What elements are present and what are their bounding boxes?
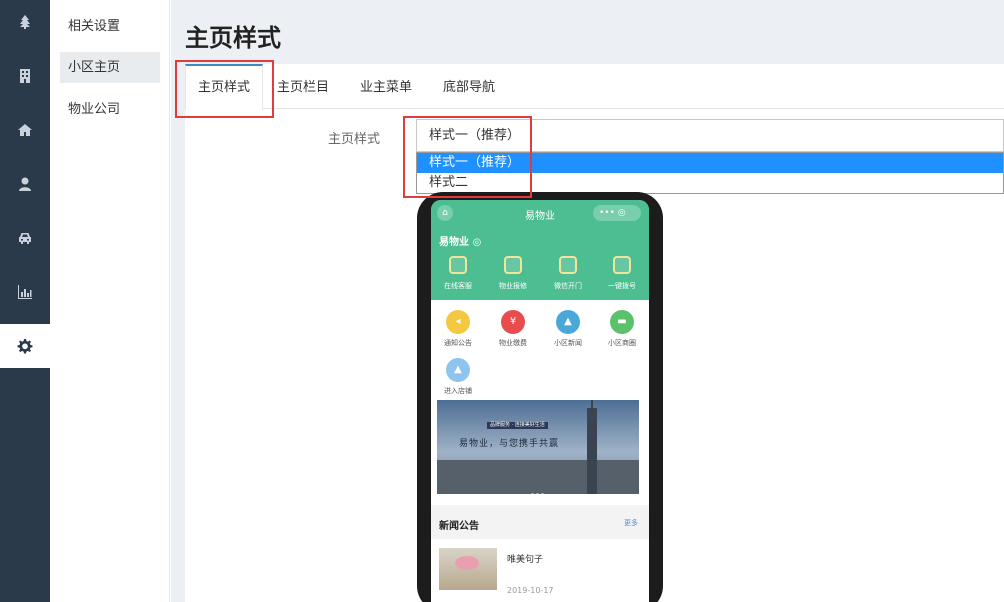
phone-screen: ⌂ 易物业 ••• ◎ 易物业 ◎ 在线客服 物业报修 微信开门 一键拨号 ◂ …: [431, 200, 649, 602]
service-label: 一键拨号: [608, 282, 636, 290]
service-call: 一键拨号: [595, 256, 649, 291]
submenu-item-community-home[interactable]: 小区主页: [60, 52, 160, 83]
app-brand: 易物业 ◎: [439, 237, 482, 248]
promo-banner: 品牌服务 · 连接美好生活 易物业，与您携手共赢: [437, 400, 639, 494]
banner-tag: 品牌服务 · 连接美好生活: [487, 422, 548, 429]
tab-home-style[interactable]: 主页样式: [185, 64, 263, 110]
home-style-select[interactable]: 样式一（推荐）: [416, 119, 1004, 152]
function-payment: ¥ 物业缴费: [486, 310, 540, 348]
function-label: 小区商圈: [608, 339, 636, 347]
bar-chart-icon: [18, 285, 32, 299]
car-icon: [19, 233, 31, 244]
function-mall: ▬ 小区商圈: [595, 310, 649, 348]
icon-rail: [0, 0, 50, 602]
function-label: 通知公告: [444, 339, 472, 347]
tab-bottom-nav[interactable]: 底部导航: [434, 64, 504, 109]
service-label: 微信开门: [554, 282, 582, 290]
banner-spire: [591, 400, 593, 412]
function-store: ▲ 进入店铺: [431, 358, 485, 396]
building-icon: [20, 69, 30, 83]
option-style-one[interactable]: 样式一（推荐）: [417, 153, 1003, 173]
app-capsule-menu-icon: ••• ◎: [593, 205, 641, 221]
settings-panel: 主页样式 主页栏目 业主菜单 底部导航 主页样式 样式一（推荐） 样式一（推荐）…: [185, 64, 1004, 602]
tab-owner-menu[interactable]: 业主菜单: [351, 64, 421, 109]
payment-icon: ¥: [501, 310, 525, 334]
app-header: ⌂ 易物业 ••• ◎ 易物业 ◎ 在线客服 物业报修 微信开门 一键拨号: [431, 200, 649, 300]
banner-slogan: 易物业，与您携手共赢: [459, 439, 560, 449]
megaphone-icon: ◂: [446, 310, 470, 334]
tab-home-columns[interactable]: 主页栏目: [268, 64, 338, 109]
service-repair: 物业报修: [486, 256, 540, 291]
gear-icon: [17, 339, 33, 354]
user-icon: [19, 177, 31, 191]
function-label: 进入店铺: [444, 387, 472, 395]
shop-icon: ▬: [610, 310, 634, 334]
home-style-label: 主页样式: [328, 132, 381, 147]
news-item-date: 2019-10-17: [507, 586, 554, 595]
rail-item-user[interactable]: [0, 162, 50, 206]
news-header: 新闻公告 更多: [431, 505, 649, 539]
headset-icon: [449, 256, 467, 274]
service-online-support: 在线客服: [431, 256, 485, 291]
rail-item-tree[interactable]: [0, 0, 50, 44]
submenu-item-related-settings[interactable]: 相关设置: [60, 11, 160, 42]
app-root: 相关设置 小区主页 物业公司 主页样式 主页样式 主页栏目 业主菜单 底部导航 …: [0, 0, 1004, 602]
news-more-link: 更多: [624, 519, 638, 527]
rail-item-chart[interactable]: [0, 270, 50, 314]
rail-item-settings[interactable]: [0, 324, 50, 368]
function-news: ▲ 小区新闻: [541, 310, 595, 348]
service-label: 物业报修: [499, 282, 527, 290]
rail-item-building[interactable]: [0, 54, 50, 98]
rail-item-home[interactable]: [0, 108, 50, 152]
submenu-item-property-company[interactable]: 物业公司: [60, 94, 160, 125]
phone-preview: ⌂ 易物业 ••• ◎ 易物业 ◎ 在线客服 物业报修 微信开门 一键拨号 ◂ …: [417, 192, 663, 602]
banner-tower: [587, 408, 597, 494]
main-content: 主页样式 主页样式 主页栏目 业主菜单 底部导航 主页样式 样式一（推荐） 样式…: [171, 0, 1004, 602]
phone-call-icon: [613, 256, 631, 274]
carousel-dots: [531, 485, 546, 494]
news-section-title: 新闻公告: [439, 521, 479, 532]
secondary-menu: 相关设置 小区主页 物业公司: [50, 0, 170, 602]
tab-bar: 主页样式 主页栏目 业主菜单 底部导航: [185, 64, 1004, 110]
news-thumbnail: [439, 548, 497, 590]
home-style-dropdown: 样式一（推荐） 样式二: [416, 152, 1004, 194]
tree-icon: [20, 15, 30, 29]
repair-form-icon: [504, 256, 522, 274]
home-icon: [18, 124, 32, 136]
service-label: 在线客服: [444, 282, 472, 290]
news-item-title: 唯美句子: [507, 555, 544, 565]
door-icon: [559, 256, 577, 274]
function-label: 物业缴费: [499, 339, 527, 347]
rail-item-car[interactable]: [0, 216, 50, 260]
option-style-two[interactable]: 样式二: [417, 173, 1003, 193]
store-icon: ▲: [446, 358, 470, 382]
news-icon: ▲: [556, 310, 580, 334]
function-notice: ◂ 通知公告: [431, 310, 485, 348]
service-door-open: 微信开门: [541, 256, 595, 291]
page-title: 主页样式: [185, 24, 281, 52]
function-label: 小区新闻: [554, 339, 582, 347]
